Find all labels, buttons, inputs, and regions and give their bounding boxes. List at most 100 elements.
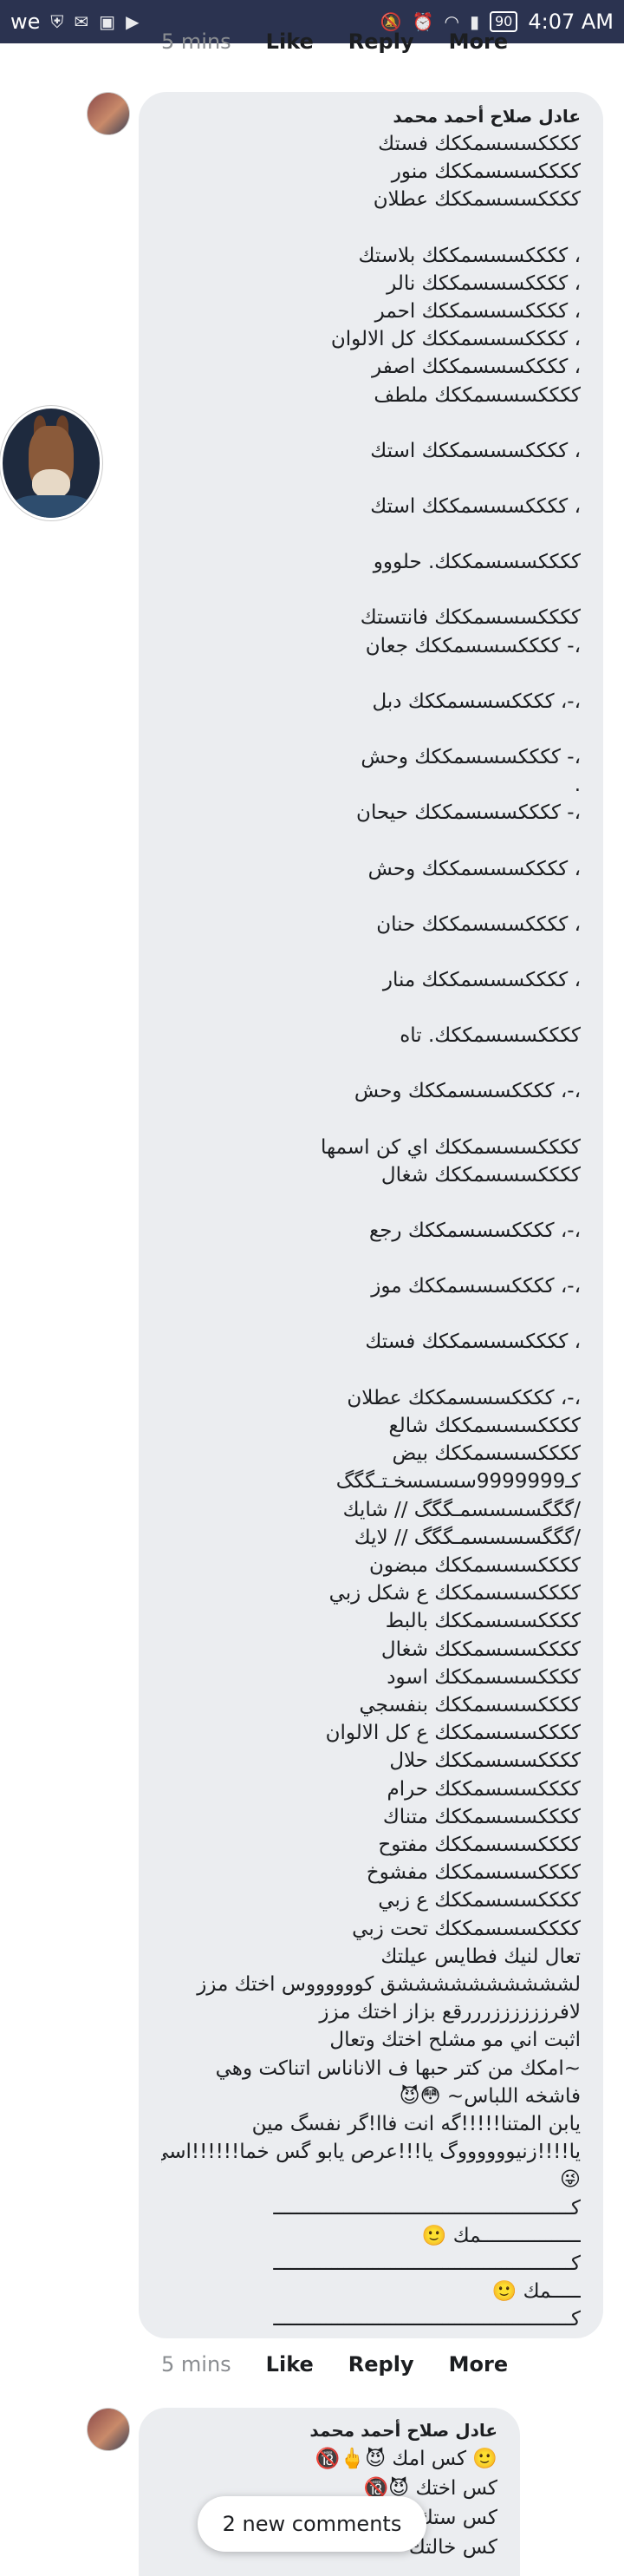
comment-line: ،- ككككسسسمككك جعان [365,634,581,657]
comment-line: ككككسسسمككك مفشوخ [366,1861,581,1885]
play-icon: ▶ [126,11,140,32]
new-comments-pill[interactable]: 2 new comments [198,2496,426,2552]
comment-line: ،-، ككككسسسمككك عطلان [347,1386,581,1409]
comment-line: ،-، ككككسسسمككك دبل [372,690,581,713]
comment-line: لافرززززززرررقع بزاز اختك مزز [319,2001,581,2024]
comment-line: ،- ككككسسسمككك حيحان [356,801,581,825]
comment-line [161,938,581,966]
comment-line: ككككسسسمككك متناك [382,1805,581,1828]
comment-line: ، ككككسسسمككك استك [370,439,581,462]
comment-line [161,1189,581,1217]
comment-line: ككككسسسمككك تحت زبي [352,1917,581,1940]
comment-line: ككككسسسمككك ملطف [374,383,581,407]
comment-line: . [574,774,581,797]
comment-author[interactable]: عادل صلاح أحمد محمد [161,106,581,127]
horse-shirt [13,495,91,518]
comment-line: ككككسسسمككك بالبط [385,1610,581,1633]
comment-line: ، ككككسسسمككك فستك [365,1330,581,1354]
comment-line [161,1357,581,1384]
comment-line: ككككسسسمككك بنفسجي [359,1693,581,1716]
comment-line: ، ككككسسسمككك نالر [387,271,581,295]
comment-text: ككككسسسمككك فستك ككككسسسمككك منور ككككسسسم… [161,130,581,2334]
shield-icon: ⛨ [50,11,64,32]
like-button[interactable]: Like [266,29,314,54]
comment-line: كـــــــــــــــــــــــــــــــــــــــ… [273,2252,581,2275]
horse-snout [32,469,70,499]
comment-line [161,994,581,1022]
comment-line [161,576,581,604]
comment-line [161,409,581,437]
comment-line: ككككسسسمككك ع كل الالوان [325,1722,581,1745]
comment-bubble[interactable]: عادل صلاح أحمد محمد ككككسسسمككك فستك كككك… [139,92,603,2338]
comment-line: ،-، ككككسسسمككك موز [371,1275,581,1298]
carrier-label: we [10,10,41,34]
comment-line: تعال لنيك فطايس عيلتك [380,1945,581,1968]
comment-line: ككككسسسمككك شالع [388,1414,581,1437]
comment-line: ككككسسسمككك عطلان [373,188,581,212]
status-left: we ⛨ ✉ ▣ ▶ [10,10,139,34]
comment-line [161,827,581,855]
comment-line: ـــــمك 🙂 [491,2280,581,2304]
comment-line: ككككسسسمككك منور [391,160,581,184]
comment-line: 🙂 كس امك 😈🖕🔞 [315,2448,497,2470]
reply-button[interactable]: Reply [348,29,414,54]
comment-line: ، ككككسسسمككك استك [370,495,581,519]
comment-line: ككككسسسمككك بيض [392,1442,581,1466]
comment-line: ككككسسسمككك. تاه [400,1024,581,1048]
comment-author[interactable]: عادل صلاح أحمد محمد [161,2420,497,2441]
comment-line: ككككسسسمككك مفتوح [378,1833,581,1856]
comment-line: ككككسسسمككك ع شكل زبي [328,1582,581,1605]
comment-line: ككككسسسمككك اسود [387,1665,581,1689]
comment-line: ككككسسسمككك مبضون [369,1553,581,1577]
comment-line: /گگگسسسسمـگگگ // لايك [354,1526,581,1549]
comment-line [161,660,581,688]
reply-button[interactable]: Reply [348,2352,414,2377]
author-avatar[interactable] [87,92,130,135]
clock: 4:07 AM [528,10,614,34]
comment-line [161,465,581,493]
comment-line [161,1106,581,1134]
comment-line: فاشخه اللباس~ 😳😈 [399,2084,581,2108]
comment-line [161,1245,581,1272]
comment-line: 😜 [560,2168,581,2192]
comment-line [161,1049,581,1077]
comment-line: ككككسسسمككك فانتستك [360,606,581,630]
comment-line: ، ككككسسسمككك وحش [367,857,581,880]
comment-line: ، ككككسسسمككك احمر [374,300,581,324]
comment-line: ككككسسسمككك حرام [387,1777,581,1801]
comment-actions: 5 mins Like Reply More [161,2352,508,2377]
comment-line: ،-، ككككسسسمككك رجع [368,1219,581,1243]
comment-line: لششششششششششق كووووووس اختك مزز [197,1972,581,1996]
comment-line: ، ككككسسسمككك كل الالوان [330,328,581,351]
comment-line [161,520,581,548]
comment-line: ، ككككسسسمككك حنان [376,912,581,936]
comment-line: ككككسسسمككك فستك [378,133,581,155]
comment-line: ، ككككسسسمككك اصفر [372,356,581,379]
comment-line [161,883,581,911]
comment-line: كـــــــــــــــــــــــــــــــــــــــ… [273,2308,581,2331]
comment-line: ~امكك من كتر حبها ف الاناناس اتناكت وهي [215,2056,581,2080]
comment-line: يا!!!!زنيووووووگ يا!!!عرص يابو گس خما!!!… [161,2141,581,2164]
comment-line [161,716,581,743]
more-button[interactable]: More [449,2352,508,2377]
comment-line: /گگگسسسسمـگگگ // شايك [342,1498,581,1521]
viewer-avatar[interactable] [0,406,102,520]
image-icon: ▣ [99,11,116,32]
comment-line: ، ككككسسسمككك منار [382,969,581,992]
more-button[interactable]: More [449,29,508,54]
comment-line: يابن المتنا!!!!!گه انت فاا!گر نفسگ مين [251,2112,581,2135]
comment-line: ـــــــــــــــــمك 🙂 [421,2224,581,2247]
comment-line: ، ككككسسسمككك بلاستك [358,244,581,267]
comment-line: ككككسسسمككك اي كن اسمها [320,1135,581,1159]
author-avatar[interactable] [87,2408,130,2451]
comment-line: كـــــــــــــــــــــــــــــــــــــــ… [273,2196,581,2220]
comment-line: ككككسسسمككك ع زبي [378,1889,581,1912]
comment-line [161,214,581,242]
previous-comment-actions: 5 mins Like Reply More [161,29,508,54]
mail-icon: ✉ [74,11,89,32]
comment-time: 5 mins [161,2352,231,2377]
comment-line: ككككسسسمككك حلال [389,1749,581,1773]
comment-line: ،- ككككسسسمككك وحش [361,746,581,769]
comment-line [161,1300,581,1328]
like-button[interactable]: Like [266,2352,314,2377]
